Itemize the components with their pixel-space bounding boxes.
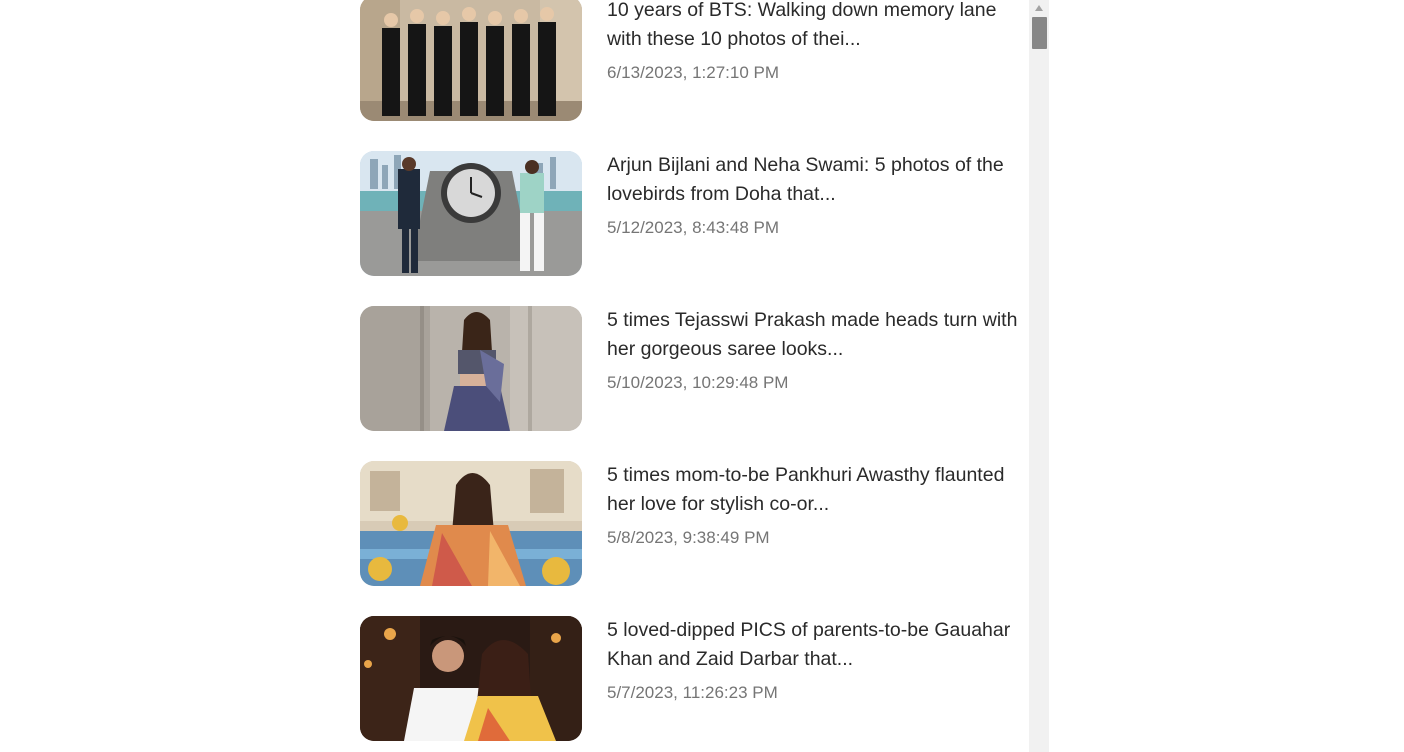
article-thumbnail[interactable] <box>360 616 582 741</box>
article-text: 5 times Tejasswi Prakash made heads turn… <box>607 306 1027 393</box>
article-text: 5 times mom-to-be Pankhuri Awasthy flaun… <box>607 461 1027 548</box>
article-date: 5/12/2023, 8:43:48 PM <box>607 218 780 237</box>
article-date: 6/13/2023, 1:27:10 PM <box>607 63 780 82</box>
scrollbar-thumb[interactable] <box>1032 17 1047 49</box>
article-title[interactable]: 5 times mom-to-be Pankhuri Awasthy flaun… <box>607 461 1027 519</box>
article-date: 5/7/2023, 11:26:23 PM <box>607 683 778 702</box>
article-date: 5/10/2023, 10:29:48 PM <box>607 373 789 392</box>
article-thumbnail[interactable] <box>360 461 582 586</box>
article-item[interactable]: 5 times mom-to-be Pankhuri Awasthy flaun… <box>360 461 1029 586</box>
vertical-scrollbar[interactable] <box>1029 0 1049 752</box>
article-item[interactable]: 5 times Tejasswi Prakash made heads turn… <box>360 306 1029 431</box>
article-date: 5/8/2023, 9:38:49 PM <box>607 528 770 547</box>
article-item[interactable]: Arjun Bijlani and Neha Swami: 5 photos o… <box>360 151 1029 276</box>
article-thumbnail[interactable] <box>360 151 582 276</box>
article-text: 5 loved-dipped PICS of parents-to-be Gau… <box>607 616 1027 703</box>
article-title[interactable]: 5 loved-dipped PICS of parents-to-be Gau… <box>607 616 1027 674</box>
article-item[interactable]: 5 loved-dipped PICS of parents-to-be Gau… <box>360 616 1029 741</box>
article-title[interactable]: 10 years of BTS: Walking down memory lan… <box>607 0 1027 54</box>
article-title[interactable]: Arjun Bijlani and Neha Swami: 5 photos o… <box>607 151 1027 209</box>
scroll-up-arrow-icon[interactable] <box>1029 0 1049 16</box>
article-title[interactable]: 5 times Tejasswi Prakash made heads turn… <box>607 306 1027 364</box>
article-text: 10 years of BTS: Walking down memory lan… <box>607 0 1027 83</box>
article-list-panel: 10 years of BTS: Walking down memory lan… <box>360 0 1029 752</box>
article-thumbnail[interactable] <box>360 306 582 431</box>
article-text: Arjun Bijlani and Neha Swami: 5 photos o… <box>607 151 1027 238</box>
article-thumbnail[interactable] <box>360 0 582 121</box>
article-item[interactable]: 10 years of BTS: Walking down memory lan… <box>360 0 1029 121</box>
